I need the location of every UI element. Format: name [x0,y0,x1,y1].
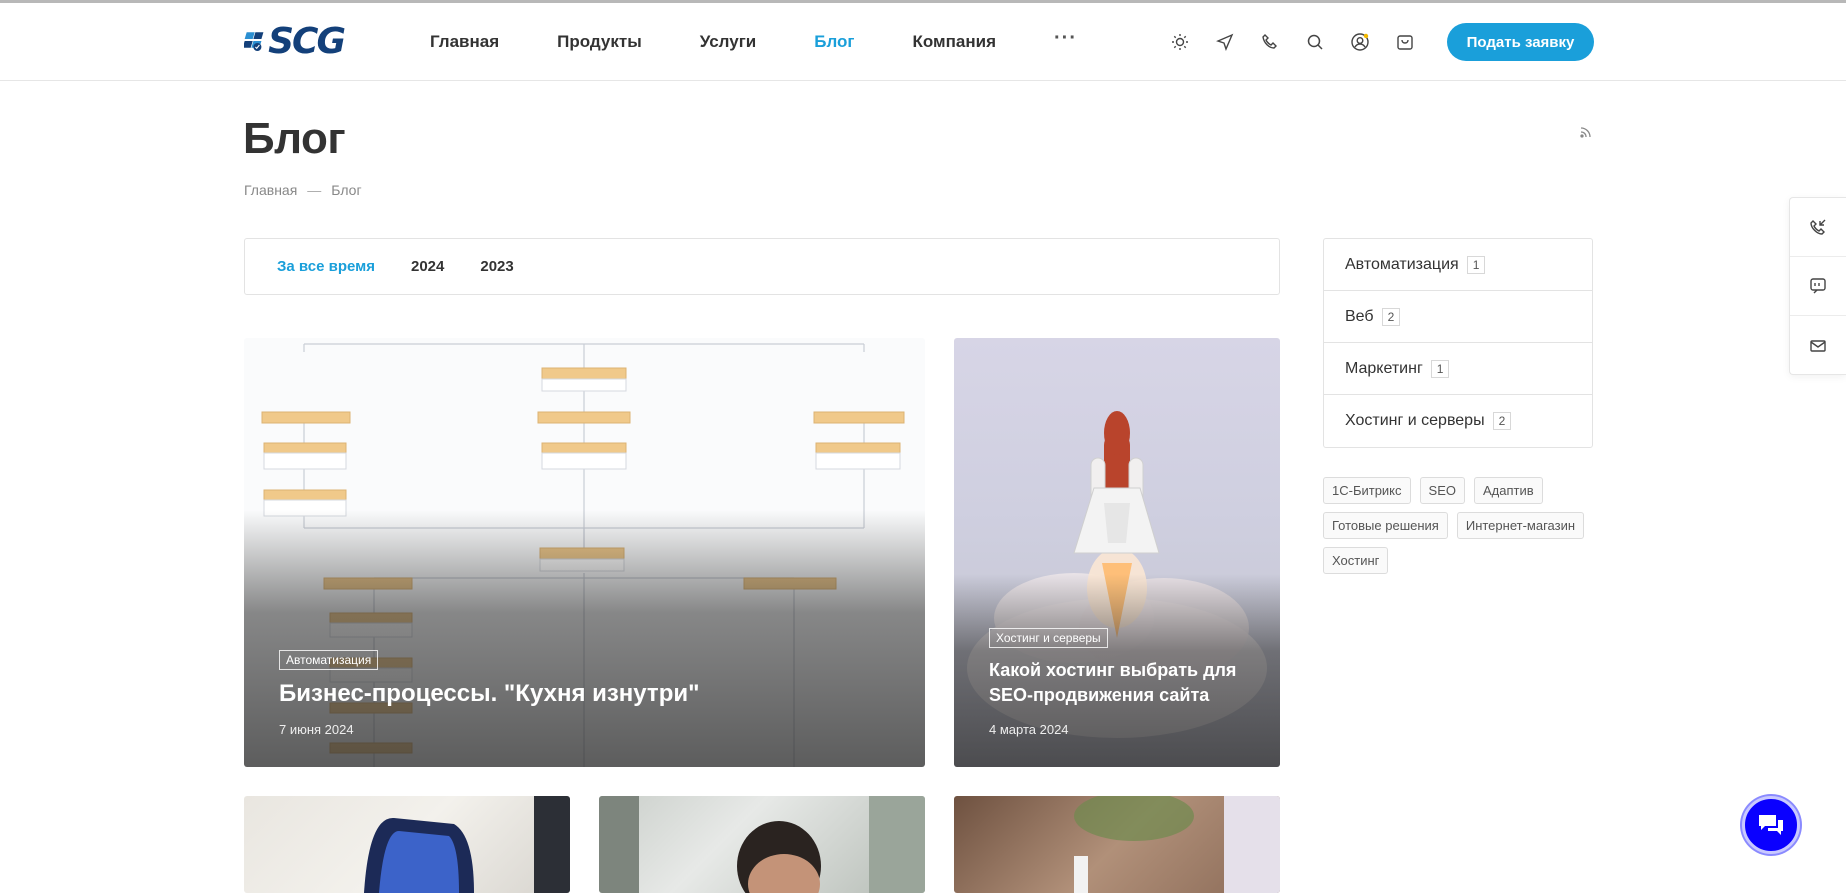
category-item[interactable]: Веб 2 [1324,291,1592,343]
tag-item[interactable]: Адаптив [1474,477,1543,504]
tag-item[interactable]: Хостинг [1323,547,1389,574]
chat-button[interactable] [1742,796,1800,854]
post-card-preview[interactable] [244,796,570,893]
category-label: Маркетинг [1345,359,1423,377]
nav-item-blog[interactable]: Блог [814,32,854,52]
category-count: 2 [1381,307,1401,326]
nav-item-services[interactable]: Услуги [700,32,757,52]
header-icons [1168,3,1438,81]
logo-mark-icon [244,32,264,52]
nav-item-company[interactable]: Компания [913,32,996,52]
search-icon[interactable] [1303,30,1327,54]
category-item[interactable]: Автоматизация 1 [1324,239,1592,291]
nav-item-products[interactable]: Продукты [557,32,642,52]
post-category-badge[interactable]: Хостинг и серверы [989,628,1108,648]
breadcrumb-home[interactable]: Главная [244,182,297,198]
contact-widget [1789,197,1846,375]
callback-icon [1810,219,1826,235]
tag-item[interactable]: Готовые решения [1323,512,1448,539]
category-count: 1 [1430,359,1450,378]
man-photo-image [599,796,925,893]
post-date: 4 марта 2024 [989,722,1069,737]
filter-2023[interactable]: 2023 [480,258,513,275]
tag-cloud: 1С-Битрикс SEO Адаптив Готовые решения И… [1323,477,1603,582]
filter-2024[interactable]: 2024 [411,258,444,275]
main-nav: Главная Продукты Услуги Блог Компания ··… [430,3,1077,81]
post-title[interactable]: Бизнес-процессы. "Кухня изнутри" [279,680,895,708]
quote-icon [1810,278,1826,294]
review-button[interactable] [1790,257,1846,316]
chat-icon [1759,815,1783,835]
tag-item[interactable]: Интернет-магазин [1456,512,1585,539]
breadcrumb-current: Блог [331,182,362,198]
category-label: Автоматизация [1345,255,1459,273]
workspace-photo-image [1074,796,1280,893]
post-meta: Автоматизация Бизнес-процессы. "Кухня из… [279,650,895,737]
submit-request-button[interactable]: Подать заявку [1447,23,1594,61]
post-date: 7 июня 2024 [279,722,354,737]
category-item[interactable]: Хостинг и серверы 2 [1324,395,1592,447]
sun-icon[interactable] [1168,30,1192,54]
post-card-preview[interactable] [599,796,925,893]
site-header: SCG Главная Продукты Услуги Блог Компани… [0,3,1846,81]
email-button[interactable] [1790,316,1846,375]
callback-button[interactable] [1790,198,1846,257]
post-category-badge[interactable]: Автоматизация [279,650,379,671]
send-icon[interactable] [1213,30,1237,54]
nav-more-button[interactable]: ··· [1054,27,1077,50]
post-card-business-processes[interactable]: Автоматизация Бизнес-процессы. "Кухня из… [244,338,925,767]
page-title: Блог [243,114,346,163]
tag-item[interactable]: SEO [1419,477,1465,504]
category-list: Автоматизация 1 Веб 2 Маркетинг 1 Хостин… [1323,238,1593,448]
rss-icon[interactable] [1578,124,1594,140]
post-card-preview[interactable] [954,796,1280,893]
cart-icon[interactable] [1393,30,1417,54]
year-filter: За все время 2024 2023 [244,238,1280,295]
logo-text: SCG [268,20,346,62]
category-label: Веб [1345,307,1374,325]
phone-icon[interactable] [1258,30,1282,54]
breadcrumb: Главная — Блог [244,182,362,198]
category-item[interactable]: Маркетинг 1 [1324,343,1592,395]
logo[interactable]: SCG [244,19,346,63]
post-title[interactable]: Какой хостинг выбрать для SEO-продвижени… [989,658,1250,708]
post-meta: Хостинг и серверы Какой хостинг выбрать … [989,628,1250,737]
user-icon[interactable] [1348,30,1372,54]
category-label: Хостинг и серверы [1345,412,1485,429]
nav-item-home[interactable]: Главная [430,32,499,52]
mail-icon [1810,339,1826,352]
filter-all-time[interactable]: За все время [277,258,375,275]
phone-photo-image [364,796,570,893]
category-count: 2 [1492,412,1512,430]
tag-item[interactable]: 1С-Битрикс [1323,477,1411,504]
post-card-hosting-seo[interactable]: Хостинг и серверы Какой хостинг выбрать … [954,338,1280,767]
breadcrumb-separator: — [307,182,322,198]
category-count: 1 [1466,255,1486,274]
